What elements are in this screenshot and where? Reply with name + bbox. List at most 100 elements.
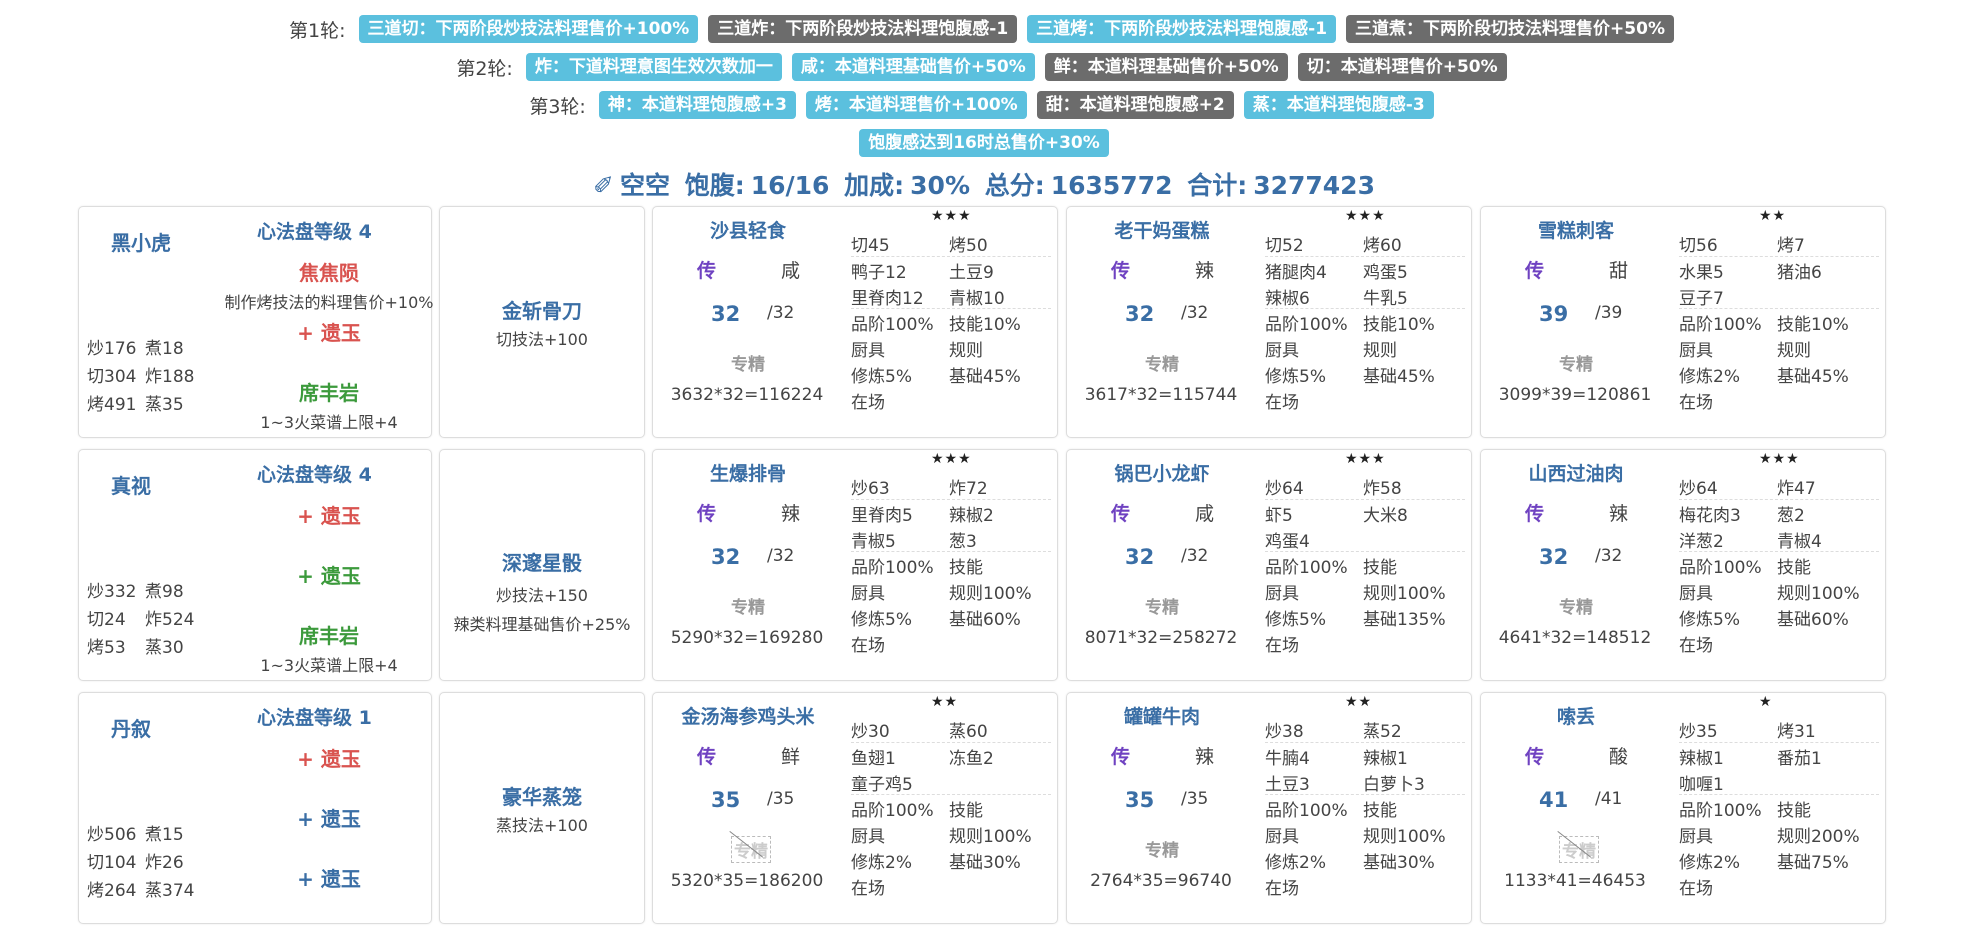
chef-card[interactable]: 真视 心法盘等级 4 + 遗玉 + 遗玉 席丰岩 1~3火菜谱上限+4 炒332 煮98 切24… <box>78 449 432 681</box>
equipment-card[interactable]: 深邃星骰 炒技法+150 辣类料理基础售价+25% <box>439 449 645 681</box>
bonus-detail: 基础45% <box>949 367 1021 387</box>
divider <box>1265 551 1465 552</box>
rarity-stars: ★ <box>1759 694 1773 710</box>
dish-quantity-max: /32 <box>767 303 795 323</box>
ingredient: 鸡蛋5 <box>1363 263 1408 283</box>
dish-quantity[interactable]: 35 <box>1125 788 1154 812</box>
specialty-toggle[interactable]: 专精 <box>1145 593 1179 618</box>
aura-slot[interactable]: + 遗玉 <box>239 743 419 772</box>
dish-skill: 蒸60 <box>949 722 988 742</box>
dish-card[interactable]: ★★ 雪糕刺客传 甜 39/39 专精 3099*39=120861 切56 烤7 水果5 猪油6… <box>1480 206 1886 438</box>
specialty-toggle[interactable]: 专精 <box>731 350 765 375</box>
dish-quantity[interactable]: 32 <box>711 302 740 326</box>
chef-skill: 炒506 <box>87 825 137 845</box>
fullness-value: 16/16 <box>750 171 830 200</box>
dish-quantity[interactable]: 32 <box>711 545 740 569</box>
bonus-detail: 修炼5% <box>1265 367 1326 387</box>
divider <box>1265 742 1465 743</box>
chef-card[interactable]: 黑小虎 心法盘等级 4 焦焦陨 + 遗玉 席丰岩 制作烤技法的料理售价+10% 1~3火菜谱… <box>78 206 433 438</box>
ingredient: 青椒5 <box>851 532 896 552</box>
bonus-detail: 厨具 <box>1679 584 1713 604</box>
chef-skill: 蒸30 <box>145 638 184 658</box>
dish-flavor: 咸 <box>781 260 801 282</box>
bonus-detail: 品阶100% <box>1679 801 1762 821</box>
ingredient: 辣椒6 <box>1265 289 1310 309</box>
dish-quantity-max: /32 <box>1181 546 1209 566</box>
divider <box>851 742 1051 743</box>
round-2: 第2轮: 炸：下道料理意图生效次数加一 咸：本道料理基础售价+50% 鲜：本道料… <box>0 52 1968 82</box>
aura-slot[interactable]: 席丰岩 <box>239 620 419 649</box>
mind-disk-level[interactable]: 心法盘等级 4 <box>257 460 372 487</box>
specialty-toggle[interactable]: 专精 <box>731 836 771 863</box>
ingredient: 葱3 <box>949 532 977 552</box>
aura-slot[interactable]: + 遗玉 <box>239 317 419 346</box>
score-value: 1635772 <box>1050 171 1173 200</box>
buff-badge: 鲜：本道料理基础售价+50% <box>1044 53 1288 81</box>
dish-flavor: 辣 <box>1195 746 1215 768</box>
chef-skill: 炸188 <box>145 367 195 387</box>
dish-card[interactable]: ★★★ 锅巴小龙虾传 咸 32/32 专精 8071*32=258272 炒64 炸58 虾5 大… <box>1066 449 1472 681</box>
bonus-detail: 修炼2% <box>1679 367 1740 387</box>
chef-skill: 煮18 <box>145 339 184 359</box>
dish-card[interactable]: ★ 嗦丢传 酸 41/41 专精 1133*41=46453 炒35 烤31 辣椒1 番茄1 咖喱1… <box>1480 692 1886 924</box>
dish-card[interactable]: ★★★ 山西过油肉传 辣 32/32 专精 4641*32=148512 炒64 炸47 梅花肉… <box>1480 449 1886 681</box>
specialty-toggle[interactable]: 专精 <box>731 593 765 618</box>
bonus-detail: 基础135% <box>1363 610 1446 630</box>
score-label: 总分: <box>984 171 1045 200</box>
bonus-detail: 规则100% <box>949 827 1032 847</box>
aura-slot[interactable]: + 遗玉 <box>239 560 419 589</box>
bonus-detail: 厨具 <box>851 341 885 361</box>
equipment-card[interactable]: 豪华蒸笼 蒸技法+100 <box>439 692 645 924</box>
aura-slot[interactable]: 席丰岩 <box>239 377 419 406</box>
dish-quantity[interactable]: 32 <box>1125 302 1154 326</box>
rarity-stars: ★★★ <box>931 208 972 224</box>
bonus-detail: 修炼5% <box>1679 610 1740 630</box>
ingredient: 土豆9 <box>949 263 994 283</box>
dish-name: 雪糕刺客 <box>1537 220 1614 242</box>
aura-slot[interactable]: + 遗玉 <box>239 863 419 892</box>
round-final: 饱腹感达到16时总售价+30% <box>0 128 1968 158</box>
price-formula: 5320*35=186200 <box>670 871 824 891</box>
specialty-toggle[interactable]: 专精 <box>1145 836 1179 861</box>
dish-quantity[interactable]: 39 <box>1539 302 1568 326</box>
ingredient: 鱼翅1 <box>851 749 896 769</box>
ingredient: 番茄1 <box>1777 749 1822 769</box>
divider <box>851 308 1051 309</box>
divider <box>1265 256 1465 257</box>
chef-name: 黑小虎 <box>111 231 171 255</box>
aura-slot[interactable]: 焦焦陨 <box>239 257 419 286</box>
chef-card[interactable]: 丹叙 心法盘等级 1 + 遗玉 + 遗玉 + 遗玉 炒506 煮15 切104 炸26 烤264 蒸… <box>78 692 432 924</box>
ingredient: 青椒10 <box>949 289 1005 309</box>
dish-card[interactable]: ★★★ 沙县轻食传 咸 32/32 专精 3632*32=116224 切45 烤50 鸭子12… <box>652 206 1058 438</box>
chef-skill: 煮98 <box>145 582 184 602</box>
divider <box>1265 794 1465 795</box>
dish-card[interactable]: ★★★ 生爆排骨传 辣 32/32 专精 5290*32=169280 炒63 炸72 里脊肉5… <box>652 449 1058 681</box>
aura-slot[interactable]: + 遗玉 <box>239 500 419 529</box>
bonus-detail: 规则100% <box>1363 827 1446 847</box>
mind-disk-level[interactable]: 心法盘等级 1 <box>257 703 372 730</box>
aura-slot[interactable]: + 遗玉 <box>239 803 419 832</box>
buff-badge: 三道切：下两阶段炒技法料理售价+100% <box>358 15 699 43</box>
bonus-detail: 品阶100% <box>851 558 934 578</box>
bonus-detail: 规则100% <box>1777 584 1860 604</box>
dish-card[interactable]: ★★ 罐罐牛肉传 辣 35/35 专精 2764*35=96740 炒38 蒸52 牛腩4 辣椒1… <box>1066 692 1472 924</box>
dish-quantity[interactable]: 41 <box>1539 788 1568 812</box>
specialty-toggle[interactable]: 专精 <box>1559 350 1593 375</box>
chef-skill: 切304 <box>87 367 137 387</box>
equipment-card[interactable]: 金斩骨刀 切技法+100 <box>439 206 645 438</box>
mind-disk-level[interactable]: 心法盘等级 4 <box>257 217 372 244</box>
dish-rarity: 传 <box>697 503 717 525</box>
dish-quantity[interactable]: 32 <box>1539 545 1568 569</box>
bonus-detail: 厨具 <box>1679 827 1713 847</box>
dish-card[interactable]: ★★ 金汤海参鸡头米传 鲜 35/35 专精 5320*35=186200 炒30 蒸60 鱼翅… <box>652 692 1058 924</box>
dish-flavor: 咸 <box>1195 503 1215 525</box>
bonus-detail: 技能 <box>1363 558 1397 578</box>
dish-card[interactable]: ★★★ 老干妈蛋糕传 辣 32/32 专精 3617*32=115744 切52 烤60 猪腿肉… <box>1066 206 1472 438</box>
price-formula: 8071*32=258272 <box>1084 628 1238 648</box>
specialty-toggle[interactable]: 专精 <box>1559 836 1599 863</box>
dish-quantity[interactable]: 32 <box>1125 545 1154 569</box>
dish-quantity[interactable]: 35 <box>711 788 740 812</box>
bonus-detail: 修炼5% <box>851 610 912 630</box>
specialty-toggle[interactable]: 专精 <box>1559 593 1593 618</box>
specialty-toggle[interactable]: 专精 <box>1145 350 1179 375</box>
